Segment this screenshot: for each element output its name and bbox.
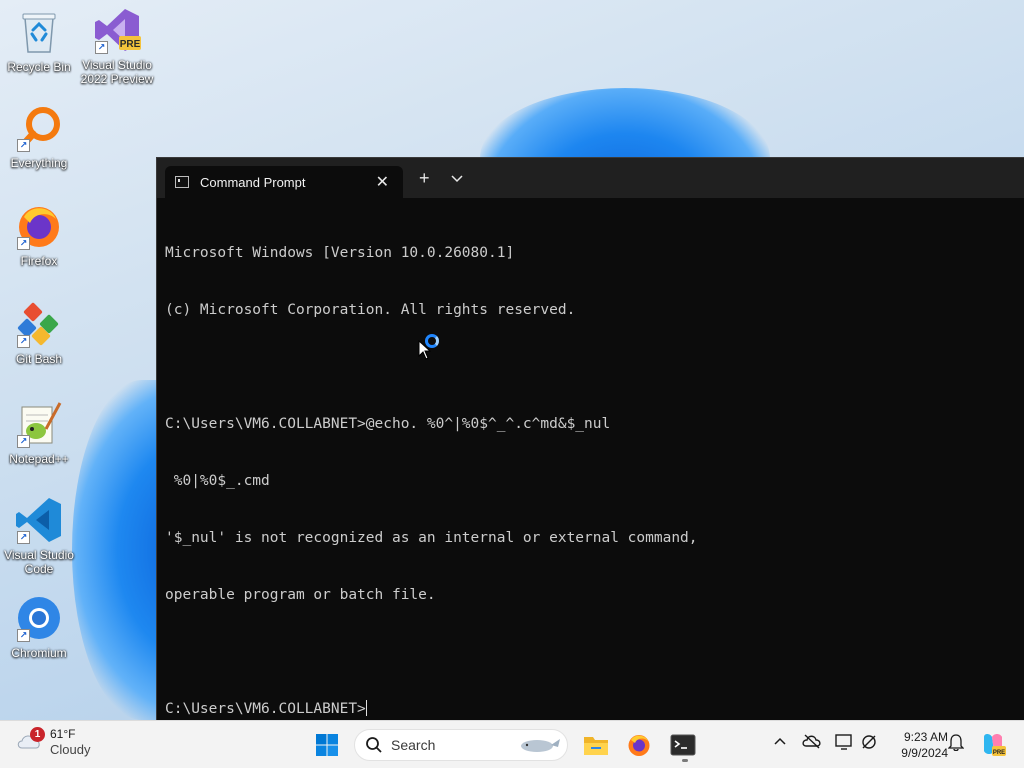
copilot-icon[interactable]: PRE bbox=[980, 731, 1006, 762]
console-prompt: C:\Users\VM6.COLLABNET> bbox=[165, 701, 366, 717]
desktop-icon-label: Notepad++ bbox=[9, 452, 69, 466]
taskbar-firefox[interactable] bbox=[623, 729, 655, 761]
close-tab-icon[interactable]: ✕ bbox=[376, 172, 389, 192]
desktop-icon-notepad-plus-plus[interactable]: ↗ Notepad++ bbox=[0, 400, 78, 466]
desktop-icon-label: Visual Studio Code bbox=[4, 548, 74, 576]
new-tab-plus-icon[interactable]: + bbox=[419, 169, 430, 187]
notepad-plus-plus-icon: ↗ bbox=[15, 400, 63, 448]
tab-title: Command Prompt bbox=[200, 174, 306, 190]
desktop-icon-label: Everything bbox=[10, 156, 68, 170]
clock-time: 9:23 AM bbox=[903, 730, 948, 744]
desktop-icon-chromium[interactable]: ↗ Chromium bbox=[0, 594, 78, 660]
console-line: Microsoft Windows [Version 10.0.26080.1] bbox=[165, 245, 515, 261]
shortcut-arrow-icon: ↗ bbox=[17, 629, 30, 642]
console-line: (c) Microsoft Corporation. All rights re… bbox=[165, 302, 576, 318]
terminal-titlebar[interactable]: Command Prompt ✕ + bbox=[157, 158, 1024, 198]
weather-widget[interactable]: 1 61°F Cloudy bbox=[16, 727, 90, 757]
start-icon bbox=[316, 734, 338, 756]
shortcut-arrow-icon: ↗ bbox=[17, 139, 30, 152]
desktop-icon-label: Firefox bbox=[20, 254, 58, 268]
console-prompt-line[interactable]: C:\Users\VM6.COLLABNET> bbox=[165, 700, 1016, 719]
busy-spinner-icon bbox=[425, 334, 439, 348]
terminal-icon bbox=[670, 734, 696, 756]
desktop-icon-vscode[interactable]: ↗ Visual Studio Code bbox=[0, 496, 78, 576]
console-line: '$_nul' is not recognized as an internal… bbox=[165, 530, 698, 546]
chevron-up-icon[interactable] bbox=[772, 733, 788, 754]
console-line: operable program or batch file. bbox=[165, 587, 436, 603]
recycle-bin-icon bbox=[15, 8, 63, 56]
search-placeholder: Search bbox=[391, 737, 436, 753]
file-explorer-icon bbox=[584, 737, 608, 755]
git-bash-icon: ↗ bbox=[15, 300, 63, 348]
command-prompt-icon bbox=[175, 176, 189, 188]
desktop-icon-label: Visual Studio 2022 Preview bbox=[80, 58, 154, 86]
notification-bell-icon[interactable] bbox=[947, 733, 965, 756]
search-icon bbox=[366, 737, 382, 753]
clock-date: 9/9/2024 bbox=[901, 746, 948, 760]
start-button[interactable] bbox=[311, 729, 343, 761]
svg-text:PRE: PRE bbox=[120, 39, 141, 50]
console-line: C:\Users\VM6.COLLABNET>@echo. %0^|%0$^_^… bbox=[165, 416, 611, 432]
network-icon[interactable] bbox=[860, 733, 878, 756]
terminal-window[interactable]: Command Prompt ✕ + Microsoft Windows [Ve… bbox=[156, 157, 1024, 720]
system-clock[interactable]: 9:23 AM 9/9/2024 bbox=[888, 729, 948, 761]
shortcut-arrow-icon: ↗ bbox=[17, 335, 30, 348]
taskbar-file-explorer[interactable] bbox=[580, 729, 612, 761]
desktop-icon-git-bash[interactable]: ↗ Git Bash bbox=[0, 300, 78, 366]
chromium-icon: ↗ bbox=[15, 594, 63, 642]
weather-condition: Cloudy bbox=[50, 742, 91, 757]
weather-alert-badge: 1 bbox=[30, 727, 45, 742]
taskbar-terminal[interactable] bbox=[667, 729, 699, 761]
tab-command-prompt[interactable]: Command Prompt ✕ bbox=[165, 166, 403, 198]
everything-search-icon: ↗ bbox=[15, 104, 63, 152]
desktop-icon-firefox[interactable]: ↗ Firefox bbox=[0, 202, 78, 268]
firefox-icon: ↗ bbox=[15, 202, 63, 250]
taskbar-search-box[interactable]: Search bbox=[354, 729, 568, 761]
onedrive-icon[interactable] bbox=[802, 733, 822, 754]
desktop-icon-label: Recycle Bin bbox=[7, 60, 71, 74]
shortcut-arrow-icon: ↗ bbox=[17, 531, 30, 544]
desktop-icon-recycle-bin[interactable]: Recycle Bin bbox=[0, 8, 78, 74]
visual-studio-icon: PRE ↗ bbox=[93, 6, 141, 54]
vscode-icon: ↗ bbox=[15, 496, 63, 544]
svg-text:PRE: PRE bbox=[993, 750, 1005, 756]
shortcut-arrow-icon: ↗ bbox=[95, 41, 108, 54]
desktop-icon-label: Chromium bbox=[11, 646, 67, 660]
cloud-icon: 1 bbox=[16, 727, 45, 755]
text-caret bbox=[365, 700, 367, 716]
taskbar-active-indicator bbox=[682, 759, 688, 762]
display-icon[interactable] bbox=[834, 733, 854, 756]
console-line: %0|%0$_.cmd bbox=[165, 473, 270, 489]
taskbar: 1 61°F Cloudy Search 9:23 AM 9/9/2024 PR… bbox=[0, 720, 1024, 768]
desktop-icon-visual-studio[interactable]: PRE ↗ Visual Studio 2022 Preview bbox=[78, 6, 156, 86]
desktop-icon-everything[interactable]: ↗ Everything bbox=[0, 104, 78, 170]
shortcut-arrow-icon: ↗ bbox=[17, 435, 30, 448]
desktop-icon-label: Git Bash bbox=[15, 352, 63, 366]
weather-temperature: 61°F bbox=[50, 727, 76, 741]
shortcut-arrow-icon: ↗ bbox=[17, 237, 30, 250]
chevron-down-icon[interactable] bbox=[449, 170, 465, 186]
console-output[interactable]: Microsoft Windows [Version 10.0.26080.1]… bbox=[165, 206, 1016, 720]
search-highlight-whale-icon bbox=[521, 739, 560, 752]
firefox-icon bbox=[628, 735, 650, 756]
